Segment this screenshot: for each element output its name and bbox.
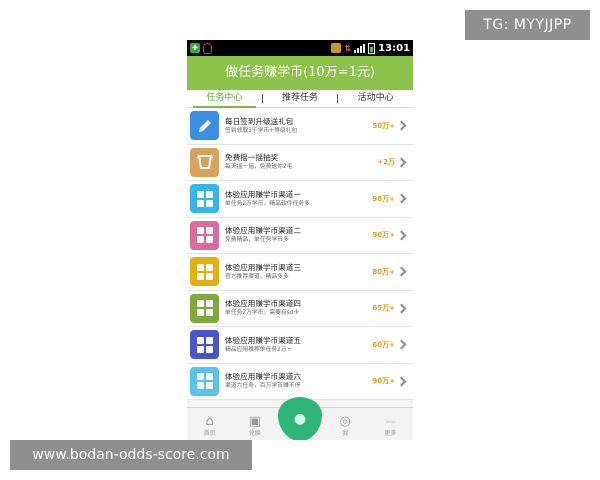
pencil-icon [190,111,219,141]
task-title: 体验应用赚学币渠道一 [225,189,301,199]
chevron-right-icon [396,120,407,131]
grid-icon [190,293,219,323]
task-subtitle: 单任务2万学币，精品软件任务多 [225,200,310,207]
task-reward: 50万+ [372,231,395,240]
chevron-right-icon [396,303,407,314]
task-reward: +2万 [377,158,395,167]
tg-watermark: TG: MYYJJPP [465,10,590,40]
task-text: 体验应用赚学币渠道五 精品应用推荐单任务2万+ [219,335,372,355]
gift-icon: ▣ [248,414,261,429]
data-arrows-icon: ⇅ [344,43,352,53]
grid-icon [190,220,219,250]
task-subtitle: 单任务2万学币，需要有sd卡 [225,310,300,317]
user-icon: ◎ [339,414,351,429]
nav-center-action[interactable]: ● [277,397,322,440]
tab-task-center[interactable]: 任务中心 [187,90,262,108]
page-title: 做任务赚学币(10万=1元) [187,56,413,90]
task-subtitle: 精品应用推荐单任务2万+ [225,346,292,353]
task-text: 免费摇一摇抽奖 每天摇一摇，免费送你2毛 [219,152,377,172]
nav-label: 更多 [384,430,397,437]
task-row-shake-lottery[interactable]: 免费摇一摇抽奖 每天摇一摇，免费送你2毛 +2万 [187,145,413,181]
task-text: 体验应用赚学币渠道二 免费精品，单任务学币多 [219,225,372,245]
task-subtitle: 官方推荐渠道，精品多多 [225,273,289,280]
task-row-channel-3[interactable]: 体验应用赚学币渠道三 官方推荐渠道，精品多多 80万+ [187,254,413,291]
grid-icon [190,366,219,396]
task-row-channel-1[interactable]: 体验应用赚学币渠道一 单任务2万学币，精品软件任务多 98万+ [187,181,413,218]
task-row-daily-checkin[interactable]: 每日签到升级送礼包 签到领取3千学币+等级礼包 50万+ [187,108,413,145]
status-bar: ✚ ⇅ 13:01 [187,40,413,56]
chevron-right-icon [396,376,407,387]
nav-exchange[interactable]: ▣ 兑换 [232,410,277,440]
signal-icon [354,43,366,53]
nav-label: 兑换 [248,430,261,437]
grid-icon [190,257,219,287]
task-title: 体验应用赚学币渠道六 [225,372,301,382]
nav-more[interactable]: ∞∞ 更多 [368,409,413,440]
task-list: 每日签到升级送礼包 签到领取3千学币+等级礼包 50万+ 免费摇一摇抽奖 每天摇… [187,108,413,400]
task-title: 体验应用赚学币渠道五 [225,335,301,345]
chevron-right-icon [396,339,407,350]
status-time: 13:01 [378,42,410,54]
task-text: 体验应用赚学币渠道一 单任务2万学币，精品软件任务多 [219,189,372,209]
chevron-right-icon [396,230,407,241]
tool-icon [331,43,342,53]
battery-icon [368,42,376,54]
grid-icon [190,184,219,214]
task-reward: 90万+ [372,377,395,386]
chevron-right-icon [396,157,407,168]
task-reward: 60万+ [372,340,395,349]
task-title: 体验应用赚学币渠道二 [225,226,301,236]
nav-home[interactable]: ⌂ 首页 [187,410,232,440]
task-subtitle: 签到领取3千学币+等级礼包 [225,127,298,134]
chevron-right-icon [396,266,407,277]
task-text: 体验应用赚学币渠道六 渠道六任务，百万学币赚不停 [219,371,372,391]
task-reward: 98万+ [372,194,395,203]
nav-me[interactable]: ◎ 我 [323,410,368,440]
task-reward: 50万+ [372,121,395,130]
task-row-channel-5[interactable]: 体验应用赚学币渠道五 精品应用推荐单任务2万+ 60万+ [187,327,413,364]
tab-bar: 任务中心 推荐任务 活动中心 [187,90,413,108]
screenshot-stage: TG: MYYJJPP ✚ ⇅ 13:01 做任务赚学币(10万=1元) 任务中… [0,0,600,480]
task-subtitle: 每天摇一摇，免费送你2毛 [225,164,293,171]
task-text: 每日签到升级送礼包 签到领取3千学币+等级礼包 [219,116,372,136]
home-icon: ⌂ [205,414,214,429]
shake-cup-icon [190,147,219,177]
task-subtitle: 免费精品，单任务学币多 [225,237,289,244]
task-reward: 80万+ [372,267,395,276]
more-icon: ∞∞ [385,418,396,426]
tab-recommended[interactable]: 推荐任务 [263,90,338,107]
task-row-channel-2[interactable]: 体验应用赚学币渠道二 免费精品，单任务学币多 50万+ [187,218,413,254]
task-text: 体验应用赚学币渠道四 单任务2万学币，需要有sd卡 [219,298,372,318]
bottom-nav: ⌂ 首页 ▣ 兑换 ● ◎ 我 ∞∞ 更多 [187,397,413,440]
task-title: 体验应用赚学币渠道四 [225,299,301,309]
task-row-channel-6[interactable]: 体验应用赚学币渠道六 渠道六任务，百万学币赚不停 90万+ [187,364,413,400]
task-subtitle: 渠道六任务，百万学币赚不停 [225,383,301,390]
task-title: 每日签到升级送礼包 [225,116,294,126]
url-watermark: www.bodan-odds-score.com [10,440,252,470]
nav-label: 我 [342,430,349,437]
center-action-icon: ● [278,397,322,440]
status-right: ⇅ 13:01 [331,42,410,54]
shield-icon: ✚ [190,43,200,53]
phone-screen: ✚ ⇅ 13:01 做任务赚学币(10万=1元) 任务中心 推荐任务 活动中心 [187,40,413,440]
tab-activity-center[interactable]: 活动中心 [338,90,413,107]
task-text: 体验应用赚学币渠道三 官方推荐渠道，精品多多 [219,262,372,282]
task-row-channel-4[interactable]: 体验应用赚学币渠道四 单任务2万学币，需要有sd卡 65万+ [187,291,413,327]
nav-label: 首页 [203,430,216,437]
status-left: ✚ [190,42,212,54]
grid-icon [190,330,219,360]
qq-penguin-icon [203,42,212,54]
task-reward: 65万+ [372,304,395,313]
task-title: 体验应用赚学币渠道三 [225,262,301,272]
chevron-right-icon [396,193,407,204]
task-title: 免费摇一摇抽奖 [225,153,279,163]
